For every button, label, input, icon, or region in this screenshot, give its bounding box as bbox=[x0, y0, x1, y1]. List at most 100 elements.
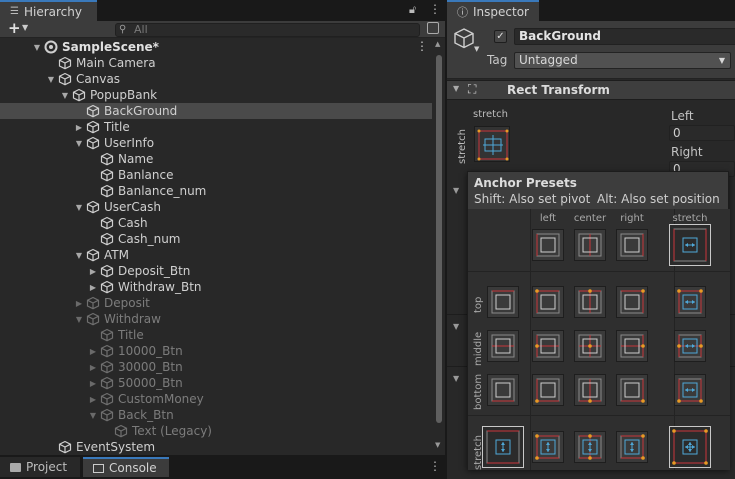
scene-search-icon[interactable] bbox=[427, 22, 439, 34]
hierarchy-row[interactable]: Name bbox=[0, 151, 432, 167]
row-label: Name bbox=[118, 152, 154, 166]
expand-arrow-icon[interactable]: ▶ bbox=[87, 267, 99, 276]
row-label: Deposit bbox=[104, 296, 150, 310]
gameobject-cube-icon bbox=[99, 408, 115, 422]
tag-dropdown[interactable]: Untagged ▼ bbox=[514, 52, 731, 69]
search-input[interactable]: ⚲ All bbox=[115, 23, 420, 37]
preset-bottom-right[interactable] bbox=[616, 374, 648, 406]
expand-arrow-icon[interactable]: ▼ bbox=[73, 251, 85, 260]
preset-top-only[interactable] bbox=[487, 286, 519, 318]
lock-icon[interactable]: 🔓︎ bbox=[409, 3, 416, 17]
preset-top-right[interactable] bbox=[616, 286, 648, 318]
left-label: Left bbox=[671, 109, 694, 123]
left-field[interactable]: 0 bbox=[669, 125, 735, 141]
hierarchy-row[interactable]: ▼ Withdraw bbox=[0, 311, 432, 327]
collapse-arrow-icon[interactable]: ▼ bbox=[453, 186, 459, 195]
expand-arrow-icon[interactable]: ▼ bbox=[31, 43, 43, 52]
expand-arrow-icon[interactable]: ▶ bbox=[73, 123, 85, 132]
expand-arrow-icon[interactable]: ▼ bbox=[73, 203, 85, 212]
tab-project[interactable]: Project bbox=[0, 457, 80, 477]
hierarchy-row[interactable]: Main Camera bbox=[0, 55, 432, 71]
expand-arrow-icon[interactable]: ▶ bbox=[87, 379, 99, 388]
preset-middle-only[interactable] bbox=[487, 330, 519, 362]
preset-bottom-left[interactable] bbox=[532, 374, 564, 406]
preset-right-only[interactable] bbox=[616, 229, 648, 261]
hierarchy-row[interactable]: Banlance_num bbox=[0, 183, 432, 199]
hierarchy-row[interactable]: ▼ ATM bbox=[0, 247, 432, 263]
expand-arrow-icon[interactable]: ▶ bbox=[87, 283, 99, 292]
hierarchy-row[interactable]: ▶ 30000_Btn bbox=[0, 359, 432, 375]
expand-arrow-icon[interactable]: ▼ bbox=[73, 315, 85, 324]
add-icon[interactable]: + bbox=[8, 19, 21, 37]
hierarchy-row[interactable]: ▶ Withdraw_Btn bbox=[0, 279, 432, 295]
anchor-preset-button[interactable] bbox=[474, 126, 510, 162]
rect-transform-header[interactable]: ▼ ⛶ Rect Transform bbox=[447, 80, 735, 100]
hierarchy-row[interactable]: ▶ CustomMoney bbox=[0, 391, 432, 407]
preset-stretch-only[interactable] bbox=[669, 224, 711, 266]
more-menu-icon[interactable]: ⋮ bbox=[429, 2, 441, 16]
hierarchy-row[interactable]: Cash bbox=[0, 215, 432, 231]
hierarchy-row[interactable]: ▶ Deposit_Btn bbox=[0, 263, 432, 279]
collapse-arrow-icon[interactable]: ▼ bbox=[453, 322, 459, 331]
preset-stretch-stretch[interactable] bbox=[669, 426, 711, 468]
column-header-stretch: stretch bbox=[672, 213, 708, 224]
preset-top-left[interactable] bbox=[532, 286, 564, 318]
preset-middle-stretch[interactable] bbox=[674, 330, 706, 362]
hierarchy-panel: ☰ Hierarchy 🔓︎ ⋮ + ▼ ⚲ All ▼ SampleScene*… bbox=[0, 0, 446, 455]
more-menu-icon[interactable]: ⋮ bbox=[429, 459, 441, 473]
preset-stretch-right[interactable] bbox=[616, 431, 648, 463]
preset-top-stretch[interactable] bbox=[674, 286, 706, 318]
hierarchy-row[interactable]: Text (Legacy) bbox=[0, 423, 432, 439]
collapse-arrow-icon[interactable]: ▼ bbox=[453, 84, 459, 93]
hierarchy-row[interactable]: Banlance bbox=[0, 167, 432, 183]
collapse-arrow-icon[interactable]: ▼ bbox=[453, 374, 459, 383]
preset-bottom-stretch[interactable] bbox=[674, 374, 706, 406]
anchor-top-label: stretch bbox=[473, 109, 508, 120]
tab-inspector[interactable]: ⓘ Inspector bbox=[447, 0, 539, 21]
preset-center-only[interactable] bbox=[574, 229, 606, 261]
expand-arrow-icon[interactable]: ▶ bbox=[87, 363, 99, 372]
preset-left-only[interactable] bbox=[532, 229, 564, 261]
scene-row[interactable]: ▼ SampleScene* ⋮ bbox=[0, 39, 432, 55]
hierarchy-row[interactable]: ▼ Back_Btn bbox=[0, 407, 432, 423]
preset-middle-center[interactable] bbox=[574, 330, 606, 362]
tab-hierarchy[interactable]: ☰ Hierarchy bbox=[0, 0, 97, 21]
hierarchy-row[interactable]: Cash_num bbox=[0, 231, 432, 247]
scroll-down-icon[interactable]: ▼ bbox=[435, 441, 440, 449]
expand-arrow-icon[interactable]: ▼ bbox=[73, 139, 85, 148]
hierarchy-row[interactable]: ▼ PopupBank bbox=[0, 87, 432, 103]
preset-bottom-center[interactable] bbox=[574, 374, 606, 406]
more-menu-icon[interactable]: ⋮ bbox=[416, 39, 428, 53]
hierarchy-row[interactable]: BackGround bbox=[0, 103, 432, 119]
tab-console[interactable]: Console bbox=[83, 457, 169, 477]
hierarchy-row[interactable]: ▼ Canvas bbox=[0, 71, 432, 87]
expand-arrow-icon[interactable]: ▶ bbox=[87, 395, 99, 404]
row-label: Deposit_Btn bbox=[118, 264, 191, 278]
expand-arrow-icon[interactable]: ▼ bbox=[45, 75, 57, 84]
active-checkbox[interactable]: ✓ bbox=[494, 30, 507, 43]
hierarchy-row[interactable]: ▶ Title bbox=[0, 119, 432, 135]
preset-stretch-left[interactable] bbox=[532, 431, 564, 463]
preset-middle-left[interactable] bbox=[532, 330, 564, 362]
hierarchy-row[interactable]: ▼ UserInfo bbox=[0, 135, 432, 151]
hierarchy-row[interactable]: ▶ 50000_Btn bbox=[0, 375, 432, 391]
hierarchy-row[interactable]: ▶ 10000_Btn bbox=[0, 343, 432, 359]
preset-stretch-only[interactable] bbox=[482, 426, 524, 468]
expand-arrow-icon[interactable]: ▼ bbox=[59, 91, 71, 100]
hierarchy-row[interactable]: EventSystem bbox=[0, 439, 432, 455]
scroll-up-icon[interactable]: ▲ bbox=[435, 40, 440, 48]
preset-middle-right[interactable] bbox=[616, 330, 648, 362]
hierarchy-row[interactable]: ▼ UserCash bbox=[0, 199, 432, 215]
preset-top-center[interactable] bbox=[574, 286, 606, 318]
preset-stretch-center[interactable] bbox=[574, 431, 606, 463]
chevron-down-icon[interactable]: ▼ bbox=[474, 45, 479, 53]
hierarchy-row[interactable]: ▶ Deposit bbox=[0, 295, 432, 311]
chevron-down-icon[interactable]: ▼ bbox=[22, 23, 28, 32]
vertical-scrollbar[interactable] bbox=[436, 55, 442, 423]
expand-arrow-icon[interactable]: ▶ bbox=[73, 299, 85, 308]
expand-arrow-icon[interactable]: ▼ bbox=[87, 411, 99, 420]
hierarchy-row[interactable]: Title bbox=[0, 327, 432, 343]
preset-bottom-only[interactable] bbox=[487, 374, 519, 406]
expand-arrow-icon[interactable]: ▶ bbox=[87, 347, 99, 356]
object-name-field[interactable]: BackGround bbox=[514, 28, 735, 45]
